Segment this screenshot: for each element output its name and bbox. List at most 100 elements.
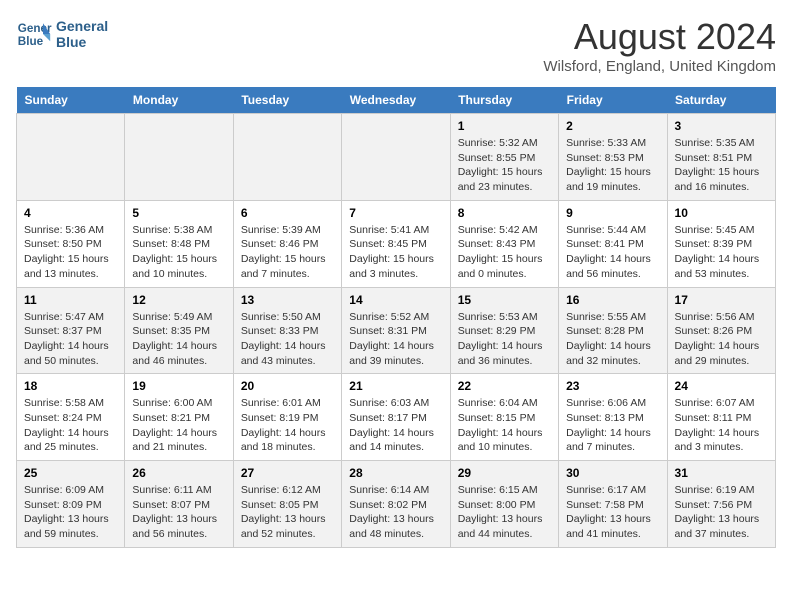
day-info: Sunrise: 5:32 AMSunset: 8:55 PMDaylight:… xyxy=(458,136,551,195)
calendar-cell: 5Sunrise: 5:38 AMSunset: 8:48 PMDaylight… xyxy=(125,200,233,287)
day-number: 25 xyxy=(24,466,117,480)
day-info: Sunrise: 6:06 AMSunset: 8:13 PMDaylight:… xyxy=(566,396,659,455)
logo-blue: Blue xyxy=(56,34,108,50)
day-number: 28 xyxy=(349,466,442,480)
day-info: Sunrise: 6:11 AMSunset: 8:07 PMDaylight:… xyxy=(132,483,225,542)
calendar-cell: 26 Sunrise: 6:11 AMSunset: 8:07 PMDayligh… xyxy=(125,461,233,548)
day-info: Sunrise: 5:53 AMSunset: 8:29 PMDaylight:… xyxy=(458,310,551,369)
day-number: 8 xyxy=(458,206,551,220)
day-info: Sunrise: 5:42 AMSunset: 8:43 PMDaylight:… xyxy=(458,223,551,282)
calendar-cell: 21Sunrise: 6:03 AMSunset: 8:17 PMDayligh… xyxy=(342,374,450,461)
day-number: 11 xyxy=(24,293,117,307)
week-row-2: 4 Sunrise: 5:36 AMSunset: 8:50 PMDaylight… xyxy=(17,200,776,287)
logo: General Blue General Blue xyxy=(16,16,108,52)
day-number: 6 xyxy=(241,206,334,220)
calendar-cell: 20 Sunrise: 6:01 AMSunset: 8:19 PMDayligh… xyxy=(233,374,341,461)
calendar-cell: 15 Sunrise: 5:53 AMSunset: 8:29 PMDayligh… xyxy=(450,287,558,374)
column-header-sunday: Sunday xyxy=(17,87,125,114)
day-info: Sunrise: 5:56 AMSunset: 8:26 PMDaylight:… xyxy=(675,310,768,369)
day-info: Sunrise: 5:33 AMSunset: 8:53 PMDaylight:… xyxy=(566,136,659,195)
day-info: Sunrise: 6:17 AMSunset: 7:58 PMDaylight:… xyxy=(566,483,659,542)
calendar-cell: 31 Sunrise: 6:19 AMSunset: 7:56 PMDayligh… xyxy=(667,461,775,548)
calendar-cell: 2 Sunrise: 5:33 AMSunset: 8:53 PMDaylight… xyxy=(559,114,667,201)
column-header-saturday: Saturday xyxy=(667,87,775,114)
day-number: 9 xyxy=(566,206,659,220)
calendar-cell: 27Sunrise: 6:12 AMSunset: 8:05 PMDayligh… xyxy=(233,461,341,548)
column-header-friday: Friday xyxy=(559,87,667,114)
calendar-header: SundayMondayTuesdayWednesdayThursdayFrid… xyxy=(17,87,776,114)
week-row-3: 11 Sunrise: 5:47 AMSunset: 8:37 PMDayligh… xyxy=(17,287,776,374)
day-info: Sunrise: 5:45 AMSunset: 8:39 PMDaylight:… xyxy=(675,223,768,282)
day-info: Sunrise: 5:50 AMSunset: 8:33 PMDaylight:… xyxy=(241,310,334,369)
calendar-cell: 8 Sunrise: 5:42 AMSunset: 8:43 PMDaylight… xyxy=(450,200,558,287)
title-area: August 2024 Wilsford, England, United Ki… xyxy=(543,16,776,75)
day-number: 23 xyxy=(566,379,659,393)
day-number: 1 xyxy=(458,119,551,133)
calendar-cell: 1 Sunrise: 5:32 AMSunset: 8:55 PMDaylight… xyxy=(450,114,558,201)
day-number: 17 xyxy=(675,293,768,307)
column-header-thursday: Thursday xyxy=(450,87,558,114)
day-number: 22 xyxy=(458,379,551,393)
column-header-tuesday: Tuesday xyxy=(233,87,341,114)
calendar-cell: 10 Sunrise: 5:45 AMSunset: 8:39 PMDayligh… xyxy=(667,200,775,287)
day-number: 31 xyxy=(675,466,768,480)
logo-icon: General Blue xyxy=(16,16,52,52)
day-info: Sunrise: 6:19 AMSunset: 7:56 PMDaylight:… xyxy=(675,483,768,542)
day-number: 2 xyxy=(566,119,659,133)
day-info: Sunrise: 6:01 AMSunset: 8:19 PMDaylight:… xyxy=(241,396,334,455)
svg-text:Blue: Blue xyxy=(18,35,44,48)
day-info: Sunrise: 6:00 AMSunset: 8:21 PMDaylight:… xyxy=(132,396,225,455)
day-info: Sunrise: 6:04 AMSunset: 8:15 PMDaylight:… xyxy=(458,396,551,455)
day-info: Sunrise: 5:39 AMSunset: 8:46 PMDaylight:… xyxy=(241,223,334,282)
column-header-monday: Monday xyxy=(125,87,233,114)
day-number: 21 xyxy=(349,379,442,393)
day-info: Sunrise: 5:41 AMSunset: 8:45 PMDaylight:… xyxy=(349,223,442,282)
calendar-cell: 23 Sunrise: 6:06 AMSunset: 8:13 PMDayligh… xyxy=(559,374,667,461)
calendar-cell: 14 Sunrise: 5:52 AMSunset: 8:31 PMDayligh… xyxy=(342,287,450,374)
calendar-cell: 13Sunrise: 5:50 AMSunset: 8:33 PMDayligh… xyxy=(233,287,341,374)
day-number: 14 xyxy=(349,293,442,307)
day-info: Sunrise: 5:35 AMSunset: 8:51 PMDaylight:… xyxy=(675,136,768,195)
calendar-cell xyxy=(17,114,125,201)
calendar-cell: 16Sunrise: 5:55 AMSunset: 8:28 PMDayligh… xyxy=(559,287,667,374)
calendar-cell: 18 Sunrise: 5:58 AMSunset: 8:24 PMDayligh… xyxy=(17,374,125,461)
calendar-cell: 7 Sunrise: 5:41 AMSunset: 8:45 PMDaylight… xyxy=(342,200,450,287)
day-number: 20 xyxy=(241,379,334,393)
day-info: Sunrise: 6:07 AMSunset: 8:11 PMDaylight:… xyxy=(675,396,768,455)
week-row-1: 1 Sunrise: 5:32 AMSunset: 8:55 PMDaylight… xyxy=(17,114,776,201)
header: General Blue General Blue August 2024 Wi… xyxy=(16,16,776,75)
day-number: 7 xyxy=(349,206,442,220)
calendar-cell xyxy=(233,114,341,201)
day-number: 12 xyxy=(132,293,225,307)
calendar-cell: 25 Sunrise: 6:09 AMSunset: 8:09 PMDayligh… xyxy=(17,461,125,548)
day-number: 29 xyxy=(458,466,551,480)
day-info: Sunrise: 5:36 AMSunset: 8:50 PMDaylight:… xyxy=(24,223,117,282)
calendar-cell: 19Sunrise: 6:00 AMSunset: 8:21 PMDayligh… xyxy=(125,374,233,461)
column-header-wednesday: Wednesday xyxy=(342,87,450,114)
page-title: August 2024 xyxy=(543,16,776,58)
logo-general: General xyxy=(56,18,108,34)
day-info: Sunrise: 5:58 AMSunset: 8:24 PMDaylight:… xyxy=(24,396,117,455)
day-number: 4 xyxy=(24,206,117,220)
calendar-cell: 17 Sunrise: 5:56 AMSunset: 8:26 PMDayligh… xyxy=(667,287,775,374)
day-info: Sunrise: 5:49 AMSunset: 8:35 PMDaylight:… xyxy=(132,310,225,369)
calendar-cell: 29 Sunrise: 6:15 AMSunset: 8:00 PMDayligh… xyxy=(450,461,558,548)
day-number: 3 xyxy=(675,119,768,133)
day-info: Sunrise: 6:09 AMSunset: 8:09 PMDaylight:… xyxy=(24,483,117,542)
day-number: 26 xyxy=(132,466,225,480)
calendar-table: SundayMondayTuesdayWednesdayThursdayFrid… xyxy=(16,87,776,548)
day-number: 10 xyxy=(675,206,768,220)
page-subtitle: Wilsford, England, United Kingdom xyxy=(543,58,776,75)
day-info: Sunrise: 5:52 AMSunset: 8:31 PMDaylight:… xyxy=(349,310,442,369)
day-number: 24 xyxy=(675,379,768,393)
calendar-cell: 28Sunrise: 6:14 AMSunset: 8:02 PMDayligh… xyxy=(342,461,450,548)
calendar-body: 1 Sunrise: 5:32 AMSunset: 8:55 PMDaylight… xyxy=(17,114,776,548)
day-number: 15 xyxy=(458,293,551,307)
day-info: Sunrise: 6:15 AMSunset: 8:00 PMDaylight:… xyxy=(458,483,551,542)
calendar-cell: 6 Sunrise: 5:39 AMSunset: 8:46 PMDaylight… xyxy=(233,200,341,287)
calendar-cell: 22 Sunrise: 6:04 AMSunset: 8:15 PMDayligh… xyxy=(450,374,558,461)
day-info: Sunrise: 5:47 AMSunset: 8:37 PMDaylight:… xyxy=(24,310,117,369)
calendar-cell: 12 Sunrise: 5:49 AMSunset: 8:35 PMDayligh… xyxy=(125,287,233,374)
calendar-cell: 11 Sunrise: 5:47 AMSunset: 8:37 PMDayligh… xyxy=(17,287,125,374)
day-number: 18 xyxy=(24,379,117,393)
